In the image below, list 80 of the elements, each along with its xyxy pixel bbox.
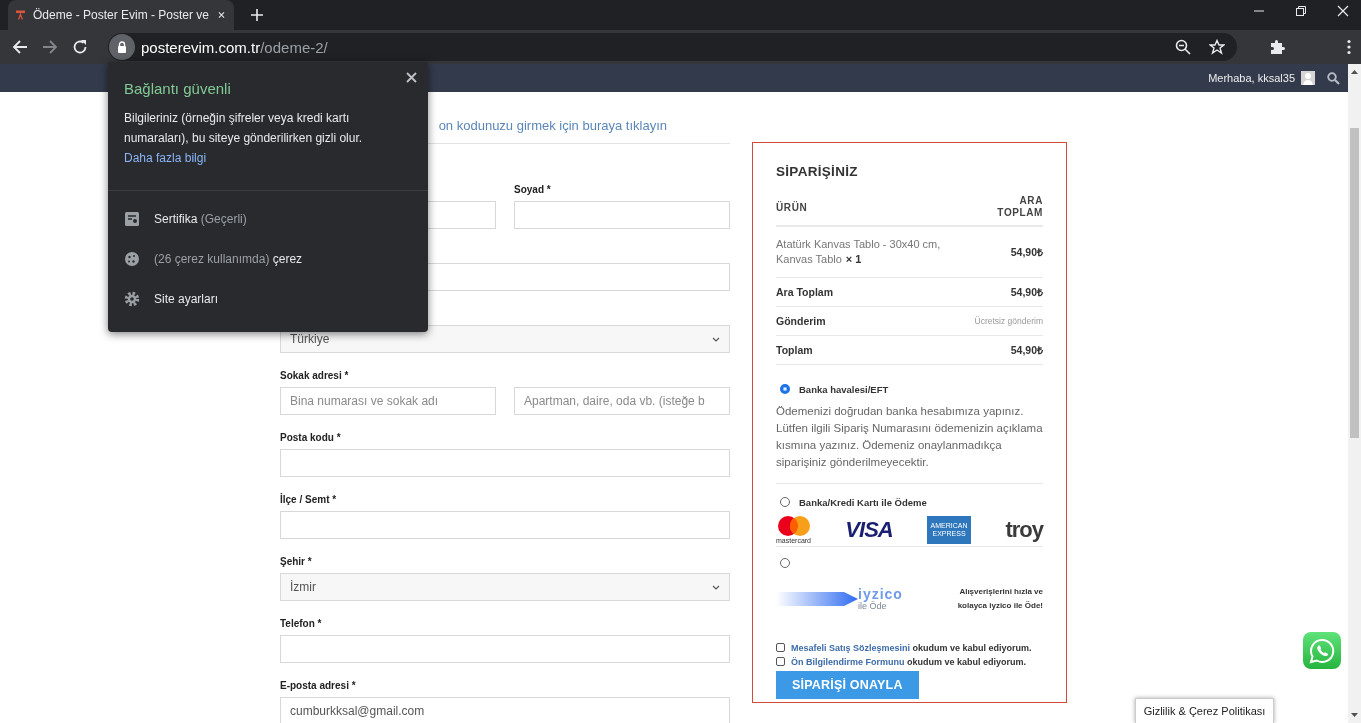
scrollbar-thumb[interactable]: [1350, 128, 1359, 438]
payment-option-label: Banka havalesi/EFT: [799, 383, 889, 395]
chat-button[interactable]: [1303, 632, 1341, 669]
cookie-icon: [124, 251, 140, 267]
payment-description: Ödemenizi doğrudan banka hesabımıza yapınız. Lütfen ilgili Sipariş Numarasını ödemenizin açıklama kısmına yazınız. Ödemeniz onaylanmadıkça siparişiniz gönderilmeyecektir.: [776, 399, 1043, 484]
popup-menu-item[interactable]: Sertifika (Geçerli): [108, 199, 428, 239]
popup-menu-item[interactable]: Site ayarları: [108, 279, 428, 319]
field-label: Posta kodu *: [280, 431, 342, 445]
dropdown-field[interactable]: Türkiye: [280, 325, 730, 353]
address-text: posterevim.com.tr/odeme-2/: [141, 38, 329, 56]
agreement-text: Mesafeli Satış Sözleşmesini okudum ve kabul ediyorum.: [791, 642, 1032, 655]
chevron-down-icon: [712, 336, 720, 342]
browser-tab[interactable]: Ödeme - Poster Evim - Poster ve: [8, 0, 234, 30]
field-label: İlçe / Semt *: [280, 492, 338, 507]
radio-button[interactable]: [780, 384, 790, 394]
field-label: E-posta adresi *: [280, 679, 357, 693]
input-field[interactable]: [280, 511, 730, 539]
overlapping-circles-icon: [776, 515, 811, 537]
arrow-banner-icon: [776, 591, 858, 607]
chevron-down-icon: [712, 584, 720, 590]
card-logo: troy: [1005, 517, 1043, 543]
checkbox[interactable]: [776, 643, 785, 652]
input-field[interactable]: [514, 201, 730, 229]
menu-icon[interactable]: [1347, 39, 1351, 55]
restore-icon[interactable]: [1295, 5, 1307, 17]
settings-icon: [124, 291, 140, 307]
input-field[interactable]: Apartman, daire, oda vb. (isteğe b: [514, 387, 730, 415]
payment-logo: iyzico ile Öde: [858, 587, 904, 611]
card-logo: VISA: [845, 517, 893, 543]
search-icon[interactable]: [1327, 71, 1340, 85]
input-field[interactable]: Bina numarası ve sokak adı: [280, 387, 496, 415]
puzzle-icon[interactable]: [1269, 39, 1285, 55]
learn-more-link[interactable]: Daha fazla bilgi: [124, 151, 207, 165]
certificate-icon: [124, 211, 140, 227]
checkbox[interactable]: [776, 657, 785, 666]
back-icon[interactable]: [12, 39, 28, 55]
agreement-link[interactable]: Mesafeli Satış Sözleşmesini: [791, 643, 911, 653]
payment-description: Alışverişlerini hızla ve kolayca iyzico ile Öde!: [956, 586, 1043, 612]
total-label: Gönderim: [776, 315, 826, 327]
star-icon[interactable]: [1209, 39, 1225, 55]
scroll-up-icon[interactable]: [1351, 70, 1358, 74]
greeting-text: Merhaba, kksal35: [1208, 72, 1295, 84]
coupon-link[interactable]: on kodunuzu girmek için buraya tıklayın: [438, 116, 730, 136]
total-value: 54,90₺: [1010, 343, 1043, 357]
forward-icon[interactable]: [42, 39, 58, 55]
product-name: Atatürk Kanvas Tablo - 30x40 cm, Kanvas Tablo × 1: [776, 237, 942, 267]
dropdown-field[interactable]: İzmir: [280, 573, 730, 601]
input-field[interactable]: [280, 449, 730, 477]
popup-title: Bağlantı güvenli: [124, 80, 232, 98]
lock-icon: [117, 41, 127, 53]
chat-phone-icon: [1309, 637, 1335, 664]
field-label: Şehir *: [280, 555, 313, 569]
agreement-text: Ön Bilgilendirme Formunu okudum ve kabul ediyorum.: [791, 656, 1027, 669]
scroll-down-icon[interactable]: [1351, 713, 1358, 717]
popup-menu-item[interactable]: (26 çerez kullanımda) çerez: [108, 239, 428, 279]
column-header: ÜRÜN: [776, 201, 808, 213]
zoom-icon[interactable]: [1175, 39, 1191, 55]
site-info-button[interactable]: [109, 34, 135, 60]
panel-title: SİPARİŞİNİZ: [776, 163, 859, 181]
field-label: Soyad *: [514, 183, 552, 197]
plus-icon[interactable]: [250, 8, 264, 22]
reload-icon[interactable]: [72, 39, 88, 55]
radio-button[interactable]: [780, 497, 790, 507]
total-label: Ara Toplam: [776, 286, 833, 298]
close-icon[interactable]: [406, 72, 417, 83]
security-description: Bilgileriniz (örneğin şifreler veya kredi kartı numaraları), bu siteye gönderilirken gizli olur. Daha fazla bilgi: [124, 110, 364, 167]
privacy-policy-tab[interactable]: Gizlilik & Çerez Politikası: [1135, 698, 1274, 723]
payment-option-label: Banka/Kredi Kartı ile Ödeme: [799, 496, 927, 508]
product-price: 54,90₺: [1010, 245, 1043, 259]
total-value: 54,90₺: [1010, 285, 1043, 299]
total-value: Ücretsiz gönderim: [974, 316, 1043, 326]
agreement-link[interactable]: Ön Bilgilendirme Formunu: [791, 657, 905, 667]
input-field[interactable]: cumburkksal@gmail.com: [280, 697, 730, 723]
radio-button[interactable]: [780, 558, 790, 568]
total-label: Toplam: [776, 344, 813, 356]
column-header: ARA TOPLAM: [996, 195, 1043, 219]
address-bar[interactable]: posterevim.com.tr/odeme-2/: [108, 33, 1237, 61]
field-label: Telefon *: [280, 617, 323, 631]
input-field[interactable]: [280, 635, 730, 663]
field-label: Sokak adresi *: [280, 369, 350, 383]
